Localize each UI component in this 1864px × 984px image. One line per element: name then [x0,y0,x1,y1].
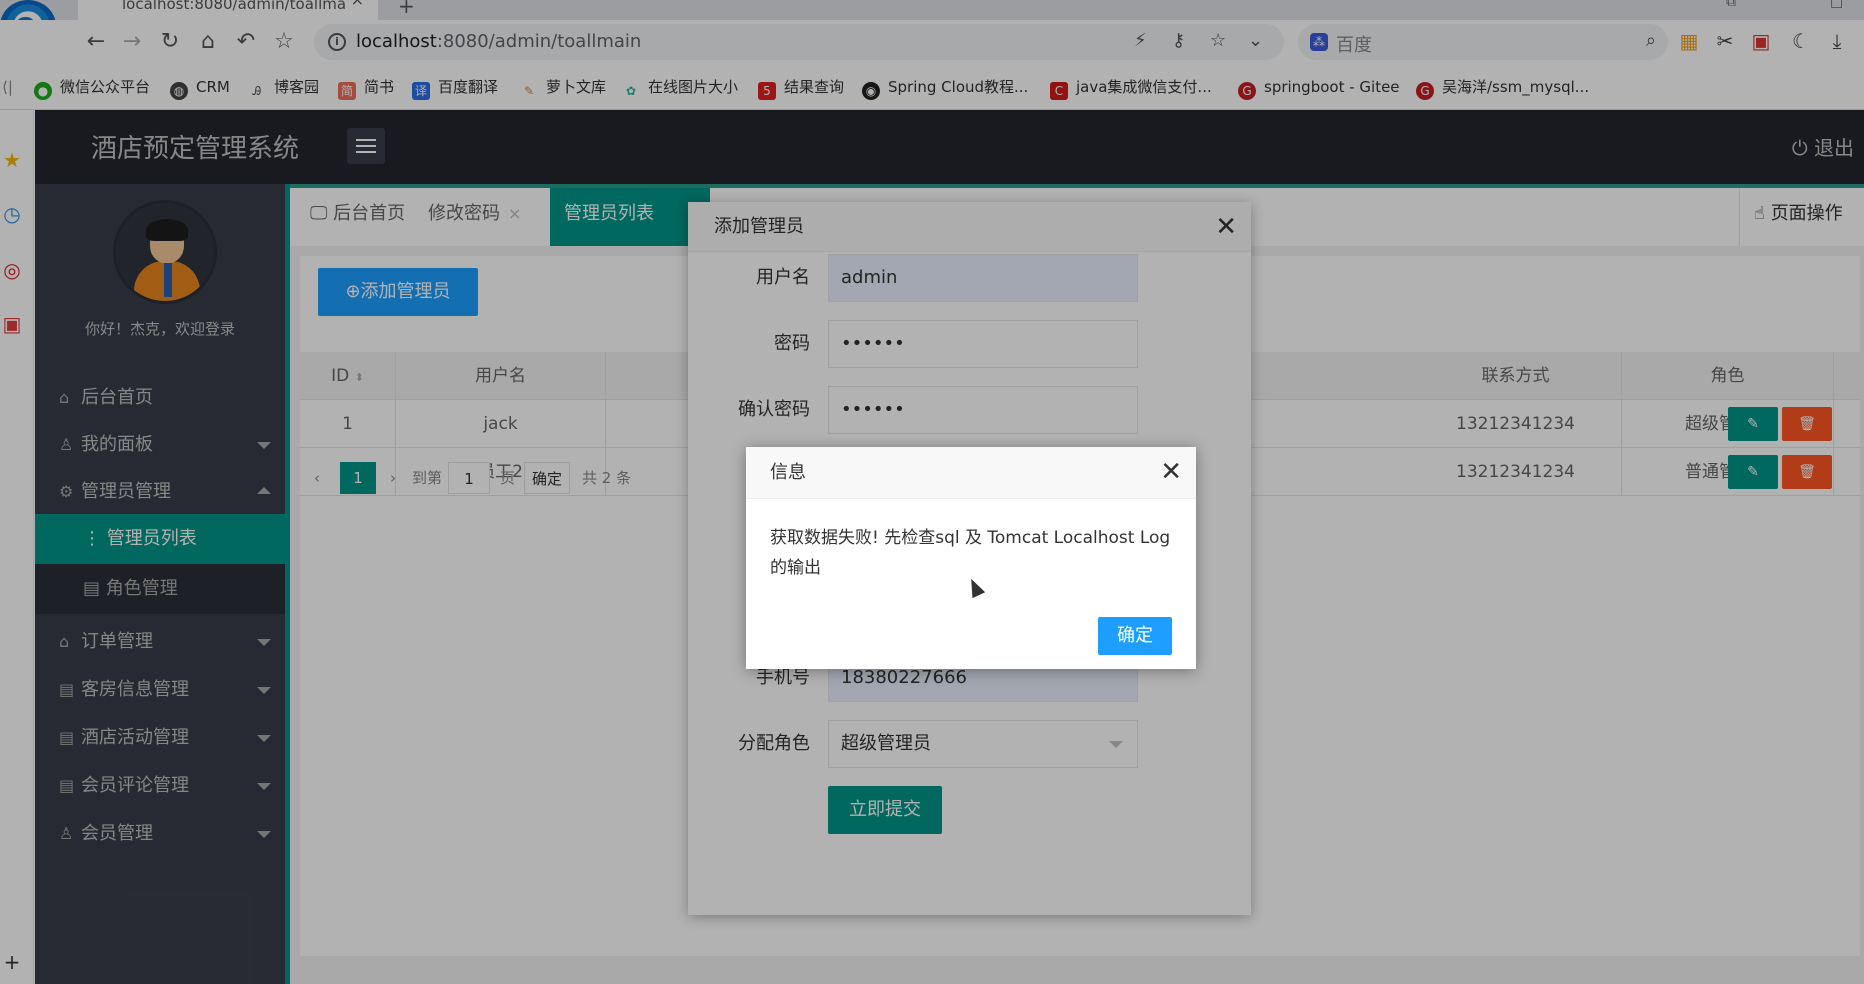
info-dialog: 信息 ✕ 获取数据失败! 先检查sql 及 Tomcat Localhost L… [746,447,1196,669]
info-message: 获取数据失败! 先检查sql 及 Tomcat Localhost Log 的输… [770,528,1171,578]
info-dialog-title: 信息 [746,447,1196,499]
close-icon[interactable]: ✕ [1160,457,1182,487]
ok-button[interactable]: 确定 [1098,617,1172,655]
